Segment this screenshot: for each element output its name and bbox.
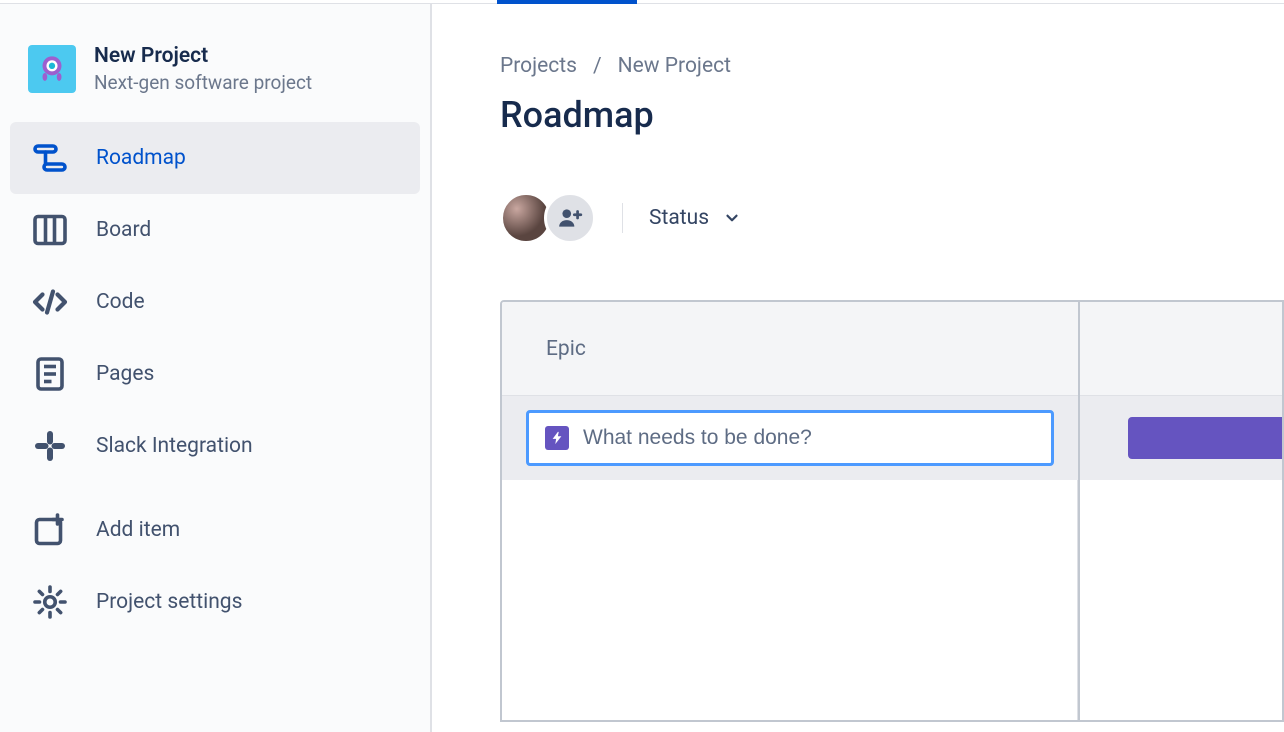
board-icon xyxy=(32,212,68,248)
breadcrumb-current[interactable]: New Project xyxy=(618,54,731,78)
code-icon xyxy=(32,284,68,320)
sidebar-item-project-settings[interactable]: Project settings xyxy=(10,566,420,638)
sidebar-item-label: Code xyxy=(96,290,145,314)
epic-column-body xyxy=(502,480,1078,720)
status-label: Status xyxy=(649,206,709,230)
sidebar-item-pages[interactable]: Pages xyxy=(10,338,420,410)
page-title: Roadmap xyxy=(500,94,1284,136)
timeline-row xyxy=(1080,396,1282,480)
active-tab-indicator xyxy=(497,0,637,4)
project-subtitle: Next-gen software project xyxy=(94,71,312,94)
toolbar: Status xyxy=(500,192,1284,244)
add-people-button[interactable] xyxy=(544,192,596,244)
breadcrumb-projects[interactable]: Projects xyxy=(500,54,577,78)
epic-column: Epic xyxy=(502,302,1080,720)
project-title: New Project xyxy=(94,44,312,69)
breadcrumb: Projects / New Project xyxy=(500,54,1284,78)
slack-icon xyxy=(32,428,68,464)
timeline-column xyxy=(1080,302,1282,720)
sidebar-item-slack[interactable]: Slack Integration xyxy=(10,410,420,482)
sidebar-item-roadmap[interactable]: Roadmap xyxy=(10,122,420,194)
pages-icon xyxy=(32,356,68,392)
roadmap-icon xyxy=(32,140,68,176)
toolbar-divider xyxy=(622,203,623,233)
add-item-icon xyxy=(32,512,68,548)
project-header: New Project Next-gen software project xyxy=(10,44,420,122)
app-top-border xyxy=(0,0,1284,4)
timeline-body xyxy=(1080,480,1282,720)
sidebar-item-label: Roadmap xyxy=(96,146,186,170)
timeline-header xyxy=(1080,302,1282,396)
sidebar-item-label: Pages xyxy=(96,362,154,386)
sidebar-item-label: Board xyxy=(96,218,151,242)
sidebar-item-board[interactable]: Board xyxy=(10,194,420,266)
epic-timeline-bar[interactable] xyxy=(1128,417,1282,459)
project-avatar xyxy=(28,45,76,93)
status-dropdown[interactable]: Status xyxy=(649,206,741,230)
avatar-stack xyxy=(500,192,596,244)
sidebar-item-label: Project settings xyxy=(96,590,242,614)
main-content: Projects / New Project Roadmap Stat xyxy=(432,4,1284,732)
sidebar-item-add-item[interactable]: Add item xyxy=(10,494,420,566)
sidebar-item-label: Add item xyxy=(96,518,180,542)
epic-column-header: Epic xyxy=(502,302,1078,396)
sidebar: New Project Next-gen software project Ro… xyxy=(0,4,432,732)
gear-icon xyxy=(32,584,68,620)
epic-title-input[interactable] xyxy=(583,426,1035,450)
epic-type-icon xyxy=(545,426,569,450)
roadmap-panel: Epic xyxy=(500,300,1284,722)
sidebar-nav: Roadmap Board xyxy=(10,122,420,638)
epic-input-container[interactable] xyxy=(526,410,1054,466)
chevron-down-icon xyxy=(723,209,741,227)
breadcrumb-separator: / xyxy=(593,54,602,78)
sidebar-item-code[interactable]: Code xyxy=(10,266,420,338)
epic-create-row xyxy=(502,396,1078,480)
sidebar-item-label: Slack Integration xyxy=(96,434,253,458)
